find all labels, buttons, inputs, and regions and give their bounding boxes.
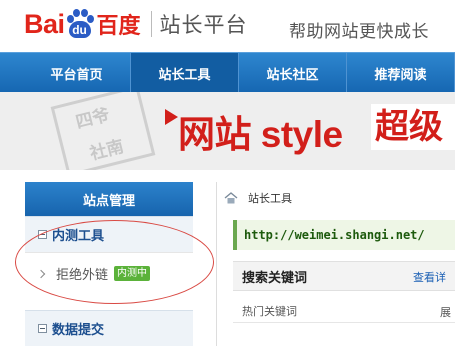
nav-item-recommended[interactable]: 推荐阅读 [347,53,455,93]
sidebar-item-label: 拒绝外链 [56,268,109,283]
breadcrumb: 站长工具 [224,188,292,208]
sidebar-group-data-submit[interactable]: 数据提交 [25,310,193,346]
beta-badge: 内测中 [114,266,151,281]
nav-item-community[interactable]: 站长社区 [239,53,347,93]
nav-item-webmaster-tools[interactable]: 站长工具 [131,53,239,93]
baidu-logo[interactable]: Bai du 百度 站长平台 [24,6,248,42]
stamp-line-1: 四爷 [73,105,112,133]
main-nav: 平台首页 站长工具 站长社区 推荐阅读 [0,52,455,93]
banner-arrow-icon [165,109,178,125]
sidebar-group-label: 数据提交 [52,323,105,338]
collapse-icon[interactable] [38,324,47,333]
site-header: Bai du 百度 站长平台 帮助网站更快成长 [0,0,455,52]
home-icon[interactable] [224,192,238,204]
table-header-cell: 展 [440,306,451,319]
logo-paw-text: du [68,21,91,38]
banner-title-suffix: 超级 [371,104,455,150]
breadcrumb-current: 站长工具 [248,192,292,205]
platform-name: 站长平台 [159,13,248,37]
nav-item-home[interactable]: 平台首页 [23,53,131,93]
logo-chinese: 百度 [96,14,141,39]
logo-divider [150,11,152,37]
sidebar-group-beta-tools[interactable]: 内测工具 [25,216,193,252]
stamp-line-2: 社南 [87,136,126,165]
paw-icon: du [66,9,94,39]
collapse-icon[interactable] [38,230,47,239]
slogan: 帮助网站更快成长 [289,22,429,42]
view-details-link[interactable]: 查看详 [413,269,446,285]
spacer [0,170,455,182]
page: Bai du 百度 站长平台 帮助网站更快成长 平台首页 站长工具 站长社区 推… [0,0,455,346]
sidebar-item-disavow-links[interactable]: 拒绝外链 内测中 [25,252,193,294]
logo-latin: Bai [24,8,65,39]
banner-title: 网站 style [178,114,343,155]
content-divider [216,182,217,346]
sidebar: 站点管理 内测工具 拒绝外链 内测中 数据提交 [25,182,193,346]
table-header-row: 热门关键词 [233,299,455,323]
promo-banner[interactable]: 四爷 社南 网站 style 超级 [0,92,455,170]
sidebar-group-label: 内测工具 [52,229,105,244]
sidebar-header[interactable]: 站点管理 [25,182,193,216]
site-url[interactable]: http://weimei.shangi.net/ [233,220,455,250]
watermark-stamp: 四爷 社南 [50,92,156,170]
chevron-right-icon [36,269,46,278]
